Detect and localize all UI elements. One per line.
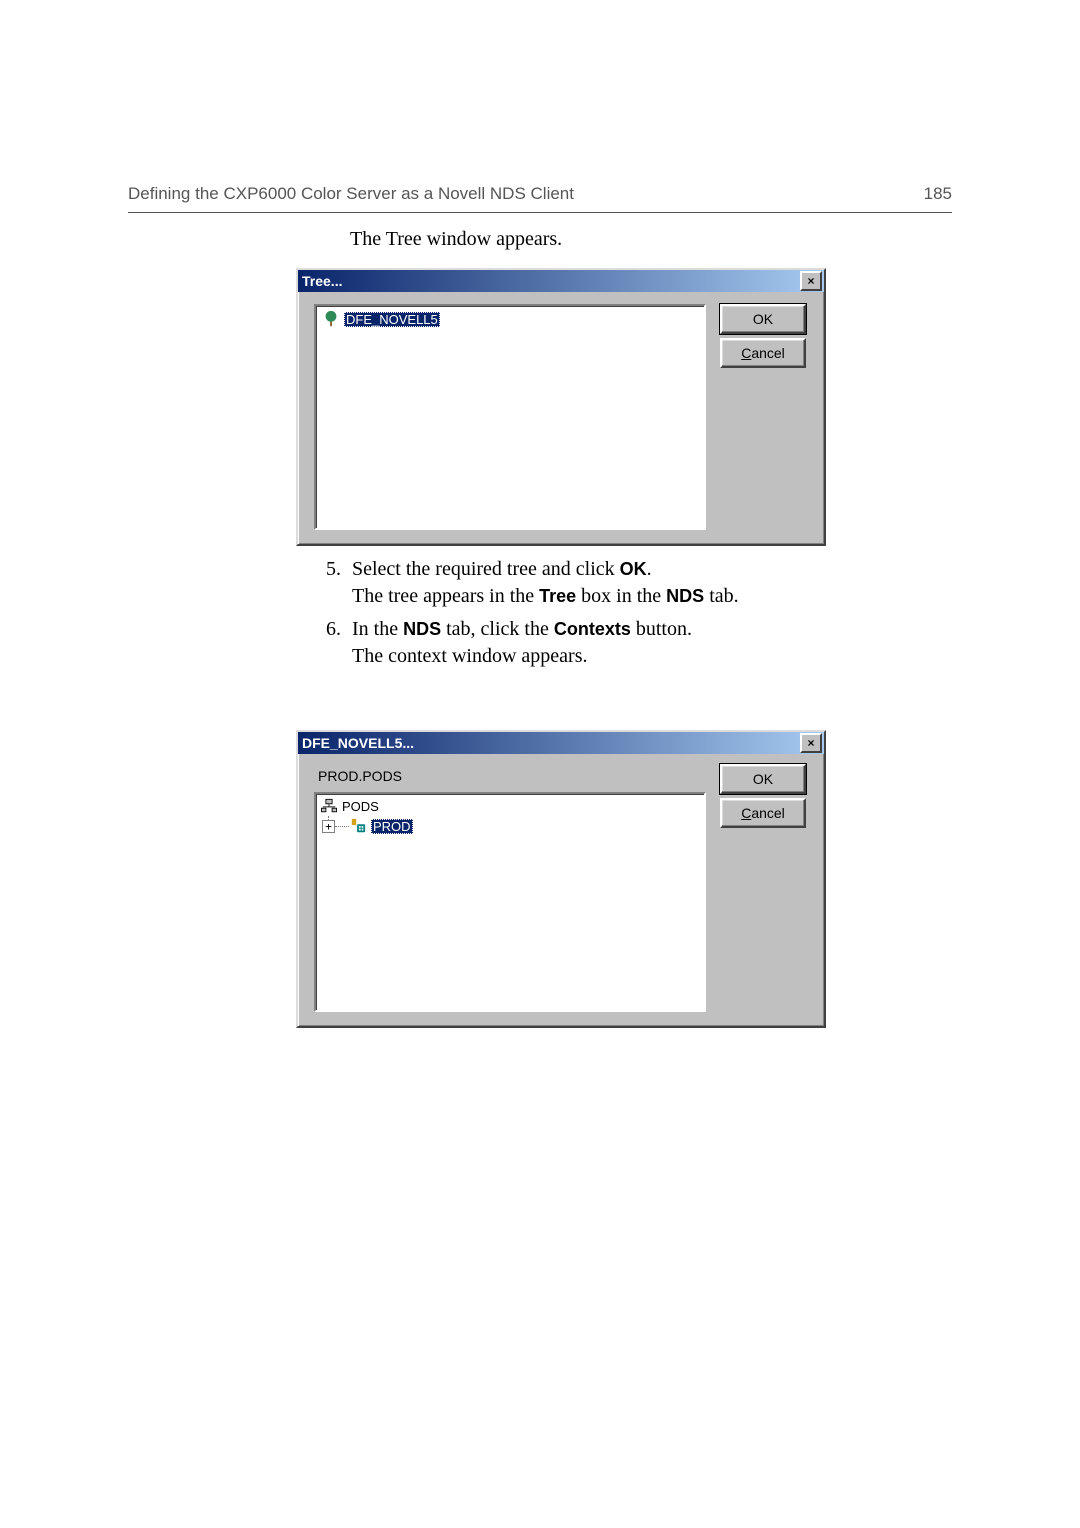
tree-root-pods[interactable]: PODS <box>320 798 379 814</box>
tree-item[interactable]: DFE_NOVELL5 <box>322 310 440 328</box>
cancel-rest: ancel <box>751 345 784 361</box>
network-root-icon <box>320 798 338 814</box>
ok-label: OK <box>753 311 773 327</box>
ok-button[interactable]: OK <box>720 304 806 334</box>
step-6: In the NDS tab, click the Contexts butto… <box>346 616 918 670</box>
steps-list: Select the required tree and click OK. T… <box>318 556 918 676</box>
context-path-label: PROD.PODS <box>318 768 402 784</box>
tree-dialog-title: Tree... <box>302 273 342 289</box>
tree-list-pane[interactable]: DFE_NOVELL5 <box>314 304 706 530</box>
close-icon: × <box>807 275 814 287</box>
tree-dialog: Tree... × DFE_NOVELL5 OK Canc <box>296 268 826 546</box>
context-dialog-body: PROD.PODS <box>298 754 824 1026</box>
expand-icon[interactable]: + <box>322 820 335 833</box>
context-dialog: DFE_NOVELL5... × PROD.PODS <box>296 730 826 1028</box>
context-dialog-titlebar[interactable]: DFE_NOVELL5... × <box>298 732 824 754</box>
header-left: Defining the CXP6000 Color Server as a N… <box>128 184 574 204</box>
intro-text: The Tree window appears. <box>350 228 562 251</box>
org-unit-icon <box>349 818 367 834</box>
tree-item-label: DFE_NOVELL5 <box>344 312 440 327</box>
cancel-mnemonic: C <box>741 345 751 361</box>
cancel-button[interactable]: Cancel <box>720 338 806 368</box>
tree-dialog-body: DFE_NOVELL5 OK Cancel <box>298 292 824 544</box>
close-icon: × <box>807 737 814 749</box>
tree-root-label: PODS <box>342 799 379 814</box>
ok-label: OK <box>753 771 773 787</box>
step-5: Select the required tree and click OK. T… <box>346 556 918 610</box>
close-button[interactable]: × <box>800 733 822 753</box>
cancel-rest: ancel <box>751 805 784 821</box>
context-tree-pane[interactable]: PODS + <box>314 792 706 1012</box>
document-page: Defining the CXP6000 Color Server as a N… <box>0 0 1080 1528</box>
tree-dialog-titlebar[interactable]: Tree... × <box>298 270 824 292</box>
cancel-mnemonic: C <box>741 805 751 821</box>
tree-child-prod[interactable]: + PROD <box>322 818 413 834</box>
ok-button[interactable]: OK <box>720 764 806 794</box>
close-button[interactable]: × <box>800 271 822 291</box>
context-dialog-title: DFE_NOVELL5... <box>302 735 414 751</box>
cancel-button[interactable]: Cancel <box>720 798 806 828</box>
page-header: Defining the CXP6000 Color Server as a N… <box>128 184 952 213</box>
tree-child-label: PROD <box>371 819 413 834</box>
page-number: 185 <box>924 184 952 204</box>
tree-icon <box>322 310 340 328</box>
